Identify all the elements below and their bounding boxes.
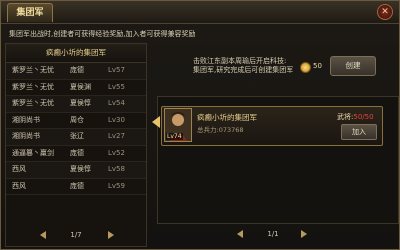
title-bar: 集团军 ✕ [1,1,399,24]
prev-page-icon[interactable] [237,230,243,238]
member-general: 夏侯惇 [70,99,91,107]
member-level: Lv52 [108,148,125,157]
create-cost: 50 [313,62,322,70]
next-page-icon[interactable] [301,230,307,238]
member-name: 紫罗兰丶无忧 [12,82,54,91]
member-general: 张辽 [70,132,84,140]
list-item[interactable]: 湘阴尚书 张辽 Lv27 [6,129,146,146]
selected-arrow-icon [152,116,160,128]
member-name: 通逼篡丶羸剑 [12,148,54,157]
join-button[interactable]: 加入 [341,124,377,140]
member-general: 周仓 [70,115,84,124]
army-window: 集团军 ✕ 集团军出战时,创建者可获得经验奖励,加入者可获得兼容奖励 疯癫小圻的… [0,0,400,250]
generals-count: 武将:50/50 [337,112,374,122]
member-level: Lv30 [108,115,125,124]
member-level: Lv55 [108,82,125,91]
member-level: Lv54 [108,99,125,107]
member-level: Lv59 [108,181,125,190]
member-name: 紫罗兰丶无忧 [12,99,54,107]
tab-army[interactable]: 集团军 [7,3,53,22]
member-general: 夏侯惇 [70,165,91,173]
list-item[interactable]: 紫罗兰丶无忧 夏侯渊 Lv55 [6,80,146,96]
avatar: Lv74 [164,108,192,142]
member-level: Lv57 [108,66,125,74]
next-page-icon[interactable] [108,231,114,239]
member-name: 湘阴尚书 [12,115,40,124]
army-pager: 1/1 [229,229,319,241]
member-general: 夏侯渊 [70,82,91,91]
notice-text: 集团军出战时,创建者可获得经验奖励,加入者可获得兼容奖励 [9,30,196,38]
unlock-info: 击败江东副本周瑜后开启科技: 集团军,研究完成后可创建集团军 [193,57,303,75]
army-name: 疯癫小圻的集团军 [197,113,257,122]
member-name: 西风 [12,181,26,190]
member-name: 紫罗兰丶无忧 [12,66,54,74]
member-panel-title: 疯癫小圻的集团军 [6,44,146,62]
unlock-info-line: 集团军,研究完成后可创建集团军 [193,66,294,74]
member-general: 庞德 [70,181,84,190]
page-indicator: 1/1 [267,230,279,238]
generals-value: 50/50 [353,113,374,121]
member-name: 西风 [12,165,26,173]
list-item[interactable]: 西风 夏侯惇 Lv58 [6,162,146,179]
member-general: 庞德 [70,148,84,157]
create-button[interactable]: 创建 [330,56,376,76]
list-item[interactable]: 通逼篡丶羸剑 庞德 Lv52 [6,146,146,162]
list-item[interactable]: 湘阴尚书 周仓 Lv30 [6,113,146,129]
member-level: Lv27 [108,132,125,140]
list-item[interactable]: 紫罗兰丶无忧 庞德 Lv57 [6,63,146,80]
member-pager: 1/7 [12,230,140,242]
list-item[interactable]: 西风 庞德 Lv59 [6,179,146,195]
army-strength: 总兵力:073768 [197,126,244,134]
member-level: Lv58 [108,165,125,173]
prev-page-icon[interactable] [40,231,46,239]
member-list: 紫罗兰丶无忧 庞德 Lv57 紫罗兰丶无忧 夏侯渊 Lv55 紫罗兰丶无忧 夏侯… [6,63,146,195]
member-name: 湘阴尚书 [12,132,40,140]
member-general: 庞德 [70,66,84,74]
generals-label: 武将: [337,113,354,121]
gold-coin-icon [300,62,311,73]
page-indicator: 1/7 [70,231,82,239]
unlock-info-line: 击败江东副本周瑜后开启科技: [193,57,287,65]
list-item[interactable]: 紫罗兰丶无忧 夏侯惇 Lv54 [6,96,146,113]
close-icon[interactable]: ✕ [377,4,393,20]
member-panel: 疯癫小圻的集团军 紫罗兰丶无忧 庞德 Lv57 紫罗兰丶无忧 夏侯渊 Lv55 … [5,43,147,247]
army-level: Lv74 [166,133,183,140]
